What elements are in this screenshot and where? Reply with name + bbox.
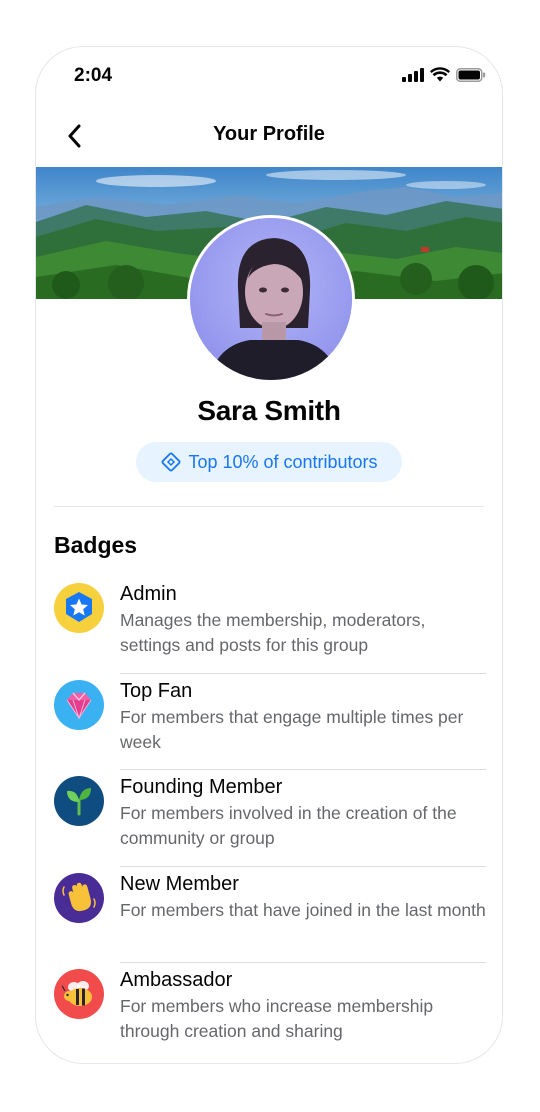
badge-list: Admin Manages the membership, moderators… [54, 577, 486, 1060]
badge-row-top-fan[interactable]: Top Fan For members that engage multiple… [54, 674, 486, 770]
admin-star-shield-icon [54, 583, 104, 633]
battery-icon [456, 67, 486, 82]
badge-row-admin[interactable]: Admin Manages the membership, moderators… [54, 577, 486, 674]
badge-title: Founding Member [120, 776, 283, 798]
status-time: 2:04 [74, 65, 113, 86]
badge-text: Admin Manages the membership, moderators… [120, 581, 486, 664]
badge-description: For members involved in the creation of … [120, 803, 457, 848]
badge-title: Ambassador [120, 969, 233, 991]
profile-name: Sara Smith [197, 395, 341, 426]
profile-avatar[interactable] [187, 215, 355, 383]
diamond-badge-icon [161, 452, 181, 472]
status-icons [402, 67, 486, 82]
badge-description: Manages the membership, moderators, sett… [120, 610, 426, 655]
badge-text: Ambassador For members who increase memb… [120, 967, 486, 1050]
badge-row-founding-member[interactable]: Founding Member For members involved in … [54, 770, 486, 867]
badge-title: Top Fan [120, 679, 193, 702]
badge-text: New Member For members that have joined … [120, 871, 486, 929]
badge-title: New Member [120, 872, 239, 895]
badge-text: Top Fan For members that engage multiple… [120, 678, 486, 761]
contributor-badge-label: Top 10% of contributors [188, 451, 378, 472]
page-title: Your Profile [213, 123, 325, 145]
badge-description: For members that have joined in the last… [120, 899, 486, 920]
sprout-icon [54, 776, 104, 826]
nav-bar: Your Profile [36, 109, 502, 165]
status-bar: 2:04 [36, 47, 502, 105]
badge-description: For members who increase membership thro… [120, 996, 434, 1041]
badge-description: For members that engage multiple times p… [120, 706, 464, 752]
badge-row-ambassador[interactable]: Ambassador For members who increase memb… [54, 963, 486, 1060]
bee-icon [54, 969, 104, 1019]
contributor-badge[interactable]: Top 10% of contributors [136, 442, 402, 482]
section-divider [54, 506, 484, 507]
badge-text: Founding Member For members involved in … [120, 774, 486, 857]
waving-hand-icon [54, 872, 104, 923]
wifi-icon [430, 67, 450, 82]
badges-heading: Badges [54, 532, 138, 558]
diamond-gem-icon [54, 679, 104, 730]
badge-row-new-member[interactable]: New Member For members that have joined … [54, 867, 486, 963]
phone-frame: 2:04 Your Profile Sara Smith Top 10% of … [35, 46, 503, 1064]
badge-title: Admin [120, 583, 177, 605]
cellular-signal-icon [402, 67, 424, 82]
